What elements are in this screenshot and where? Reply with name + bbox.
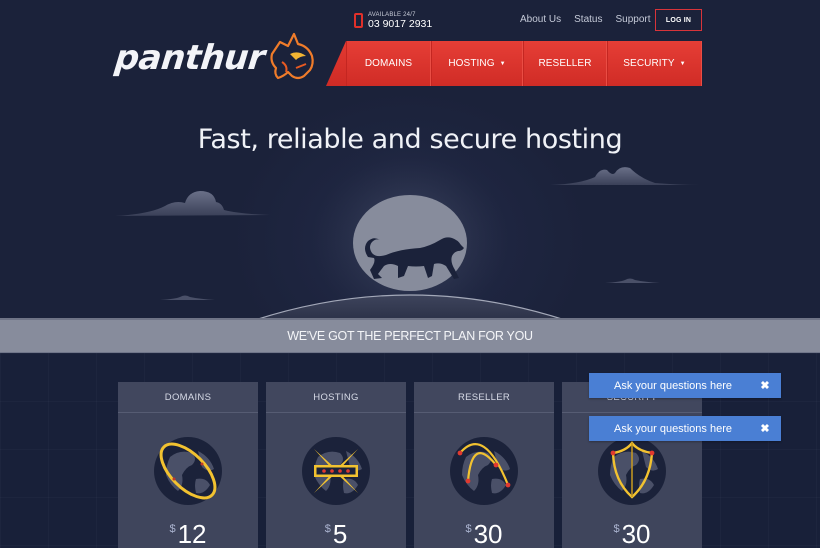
chat-prompt[interactable]: Ask your questions here — [589, 423, 749, 435]
phone-contact[interactable]: AVAILABLE 24/7 03 9017 2931 — [354, 12, 432, 30]
hill — [254, 294, 566, 320]
plan-card-domains[interactable]: DOMAINS $12 — [118, 382, 258, 548]
link-status[interactable]: Status — [574, 14, 602, 25]
login-button[interactable]: LOG IN — [655, 9, 702, 31]
top-links: About Us Status Support — [520, 14, 664, 25]
caret-down-icon: ▼ — [499, 60, 506, 67]
globe-server-icon — [302, 437, 370, 505]
nav-reseller-label: RESELLER — [538, 58, 592, 69]
globe-orbit-icon — [154, 437, 222, 505]
currency-symbol: $ — [465, 523, 472, 535]
link-support[interactable]: Support — [616, 14, 651, 25]
plan-title: HOSTING — [266, 382, 406, 413]
plan-price: $30 — [562, 519, 702, 548]
plan-card-reseller[interactable]: RESELLER $30 — [414, 382, 554, 548]
plan-title: RESELLER — [414, 382, 554, 413]
chat-prompt[interactable]: Ask your questions here — [589, 380, 749, 392]
chat-popup[interactable]: Ask your questions here ✖ — [589, 416, 781, 441]
plan-title: DOMAINS — [118, 382, 258, 413]
logo-text: panthur — [112, 38, 267, 78]
plan-card-security[interactable]: SECURITY $30 — [562, 382, 702, 548]
chat-popup[interactable]: Ask your questions here ✖ — [589, 373, 781, 398]
cloud-small-left — [160, 295, 215, 300]
nav-hosting-label: HOSTING — [448, 58, 495, 69]
close-icon[interactable]: ✖ — [749, 379, 781, 392]
main-nav: DOMAINS HOSTING ▼ RESELLER SECURITY ▼ — [326, 41, 702, 86]
phone-number[interactable]: 03 9017 2931 — [368, 19, 432, 30]
nav-domains-label: DOMAINS — [364, 58, 413, 69]
phone-icon — [354, 13, 363, 29]
nav-security-label: SECURITY — [623, 58, 675, 69]
nav-security[interactable]: SECURITY ▼ — [607, 41, 702, 86]
logo[interactable]: panthur — [112, 32, 316, 84]
price-value: 30 — [473, 519, 503, 548]
nav-reseller[interactable]: RESELLER — [523, 41, 607, 86]
plan-cards: DOMAINS $12 HOSTING $5 RESELLER $30 $30 — [118, 382, 702, 548]
price-value: 12 — [177, 519, 207, 548]
nav-domains[interactable]: DOMAINS — [346, 41, 431, 86]
plans-banner: WE'VE GOT THE PERFECT PLAN FOR YOU — [0, 318, 820, 353]
price-value: 30 — [621, 519, 651, 548]
nav-hosting[interactable]: HOSTING ▼ — [431, 41, 523, 86]
cloud-left — [115, 191, 270, 216]
close-icon[interactable]: ✖ — [749, 422, 781, 435]
plan-price: $5 — [266, 519, 406, 548]
nav-slant-decoration — [326, 41, 346, 86]
plan-price: $30 — [414, 519, 554, 548]
plan-card-hosting[interactable]: HOSTING $5 — [266, 382, 406, 548]
caret-down-icon: ▼ — [679, 60, 686, 67]
globe-network-icon — [450, 437, 518, 505]
cloud-right — [550, 167, 700, 185]
plan-price: $12 — [118, 519, 258, 548]
globe-shield-icon — [598, 437, 666, 505]
currency-symbol: $ — [324, 523, 331, 535]
hero-headline: Fast, reliable and secure hosting — [197, 124, 623, 155]
cloud-small-right — [605, 278, 660, 283]
currency-symbol: $ — [169, 523, 176, 535]
currency-symbol: $ — [613, 523, 620, 535]
price-value: 5 — [332, 519, 348, 548]
link-about-us[interactable]: About Us — [520, 14, 561, 25]
panther-head-logo-icon — [270, 32, 315, 80]
